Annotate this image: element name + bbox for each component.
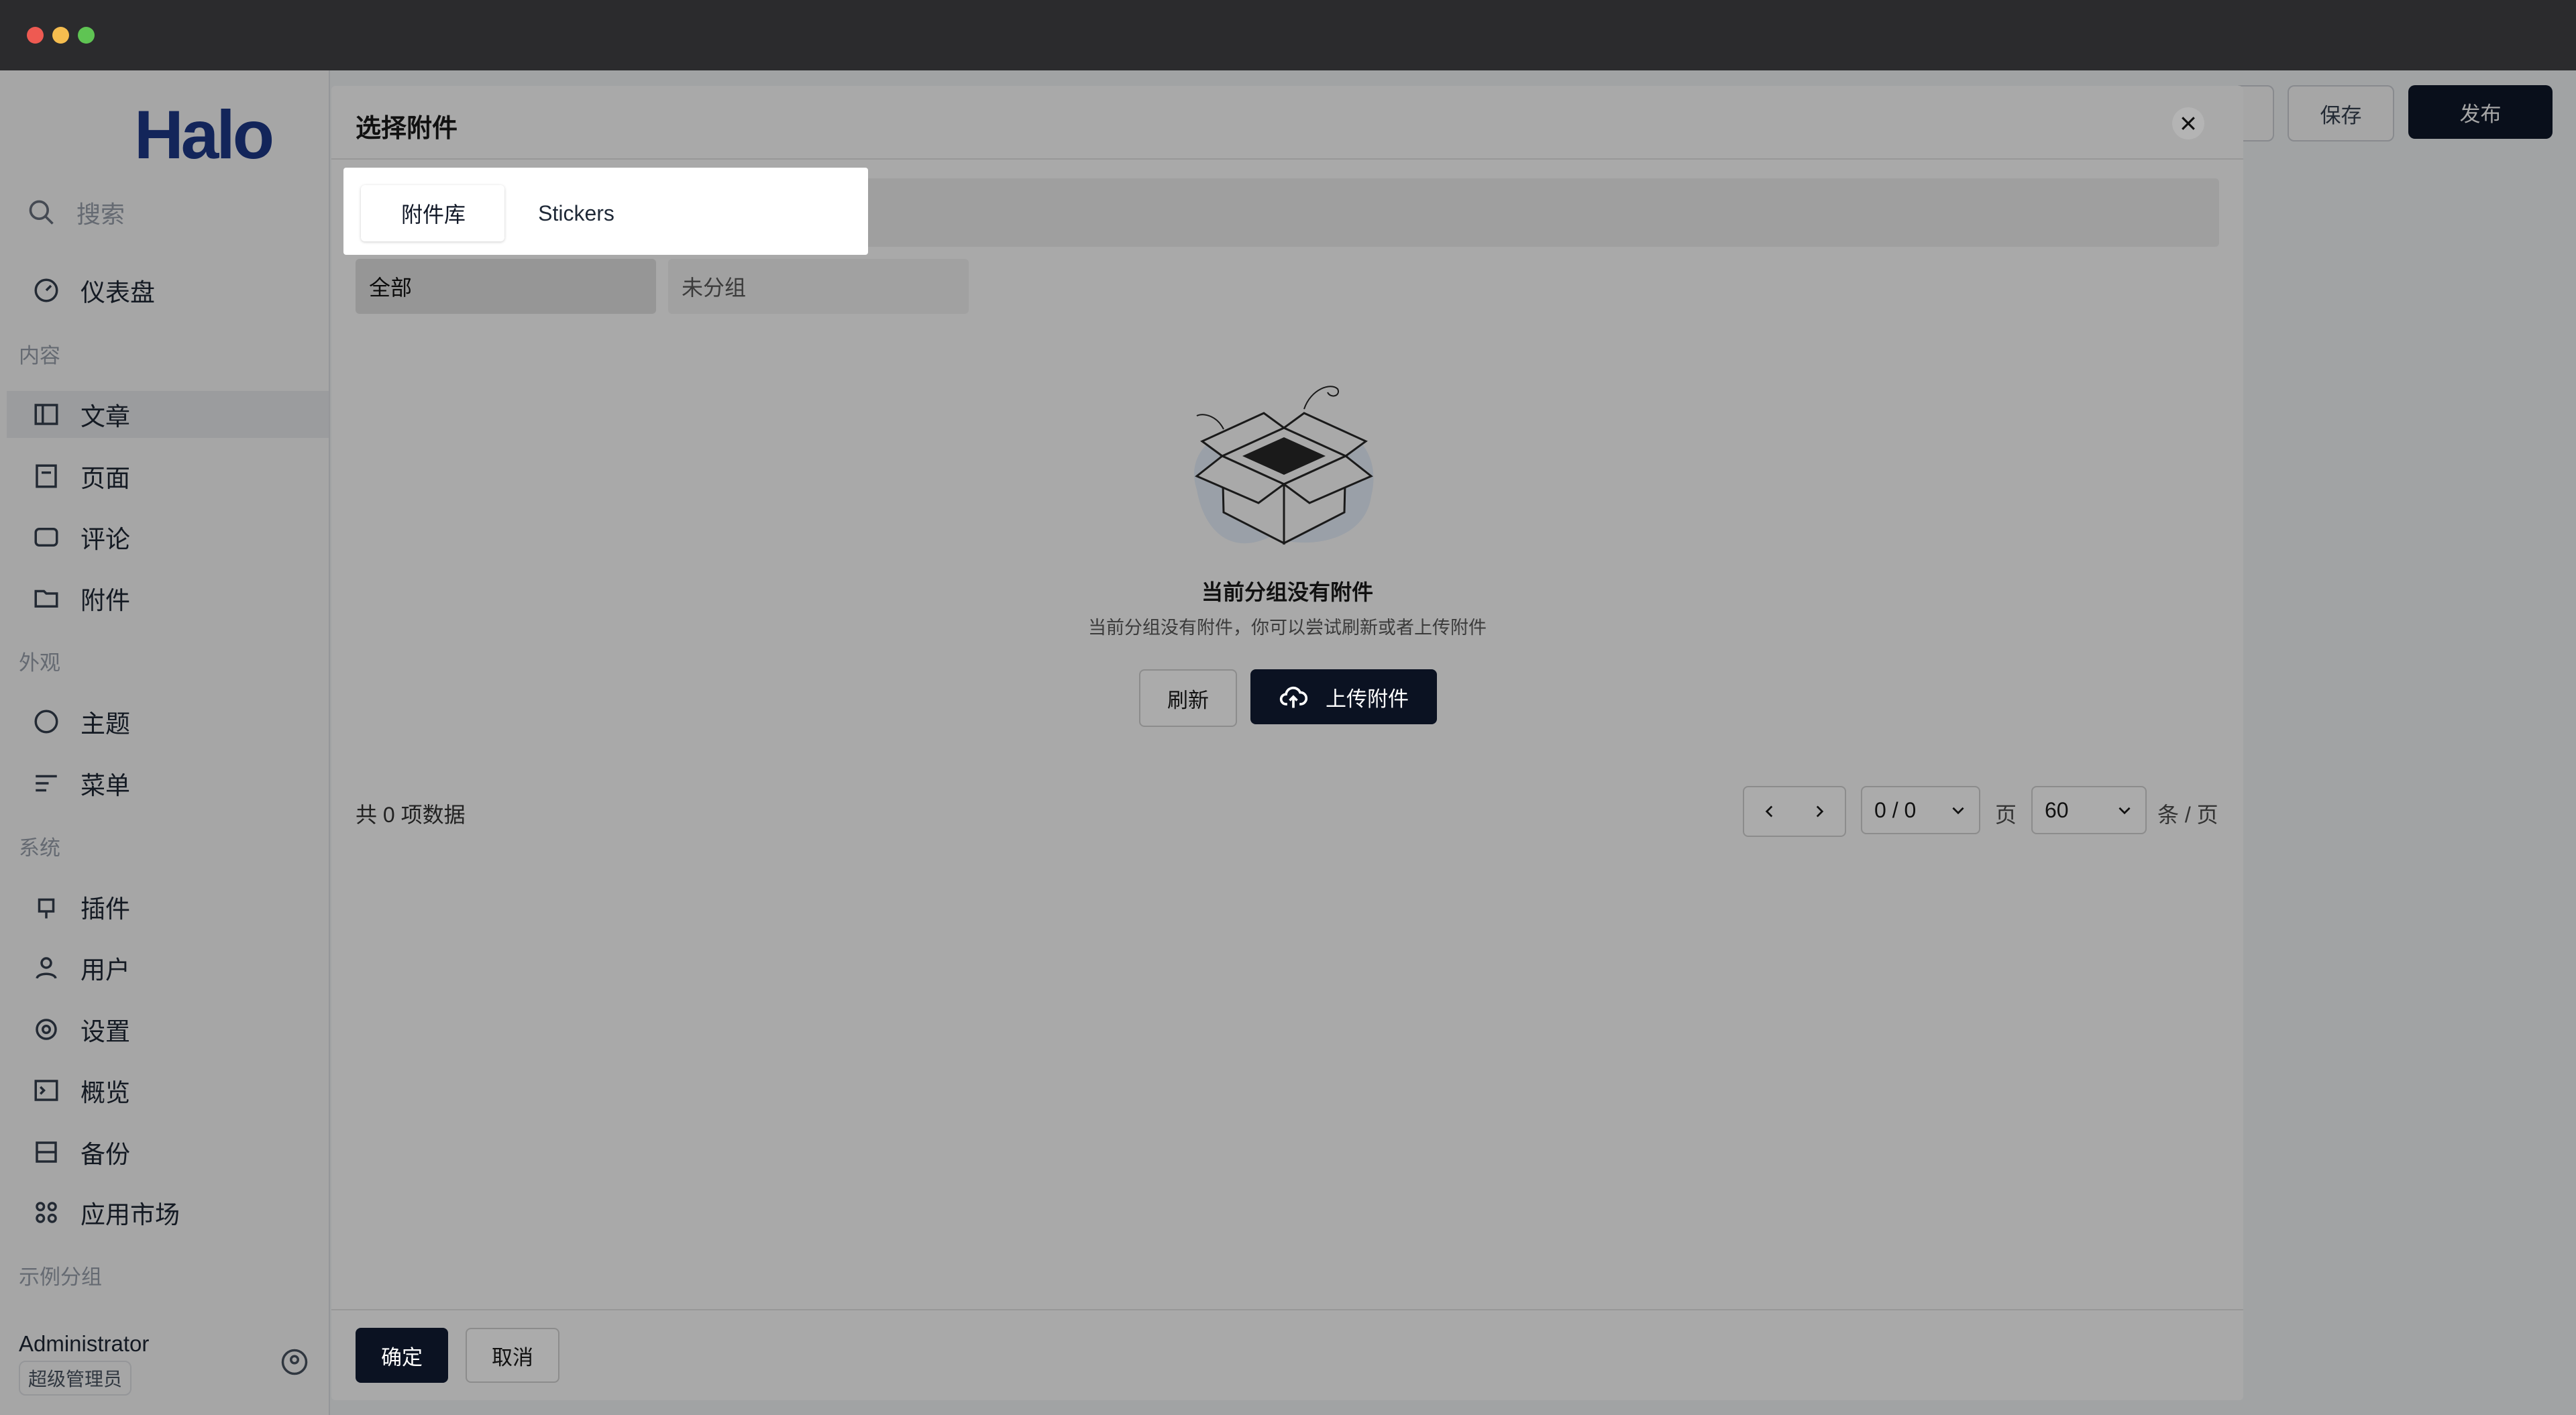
empty-box-illustration [1194, 386, 1374, 545]
empty-state-title: 当前分组没有附件 [1201, 580, 1373, 604]
group-all[interactable]: 全部 [356, 259, 656, 314]
total-count: 共 0 项数据 [356, 803, 466, 827]
page-select[interactable]: 0 / 0 [1861, 786, 1980, 834]
modal-title: 选择附件 [356, 115, 458, 143]
chevron-left-icon [1765, 805, 1773, 817]
close-icon [2182, 117, 2195, 130]
group-ungrouped[interactable]: 未分组 [668, 259, 969, 314]
upload-attachment-button[interactable]: 上传附件 [1250, 669, 1437, 724]
chevron-right-icon [1816, 805, 1824, 817]
page-select-value: 0 / 0 [1874, 797, 1917, 822]
attachment-selector-modal: 选择附件 附件库 Stickers 全部 未分组 当前分组没有附件 当前分组没有… [331, 86, 2243, 1400]
tab-stickers[interactable]: Stickers [517, 185, 636, 241]
maximize-window-button[interactable] [78, 27, 95, 44]
chevron-down-icon [1952, 807, 1964, 815]
close-button[interactable] [2172, 107, 2204, 139]
window-titlebar [0, 0, 2576, 70]
page-suffix: 页 [1995, 803, 2017, 827]
upload-label: 上传附件 [1326, 687, 1409, 711]
minimize-window-button[interactable] [52, 27, 69, 44]
chevron-down-icon [2118, 807, 2131, 815]
confirm-button[interactable]: 确定 [356, 1328, 448, 1383]
cancel-button[interactable]: 取消 [466, 1328, 559, 1383]
page-size-suffix: 条 / 页 [2157, 803, 2218, 827]
page-size-value: 60 [2045, 797, 2069, 822]
refresh-button[interactable]: 刷新 [1139, 669, 1237, 727]
next-page-button[interactable] [1794, 786, 1846, 837]
modal-footer [331, 1309, 2243, 1400]
cloud-upload-icon [1279, 686, 1308, 708]
previous-page-button[interactable] [1743, 786, 1796, 837]
close-window-button[interactable] [27, 27, 44, 44]
empty-state-message: 当前分组没有附件，你可以尝试刷新或者上传附件 [1088, 618, 1487, 638]
page-size-select[interactable]: 60 [2031, 786, 2147, 834]
modal-header: 选择附件 [331, 86, 2243, 160]
tab-attachment-library[interactable]: 附件库 [362, 185, 504, 241]
